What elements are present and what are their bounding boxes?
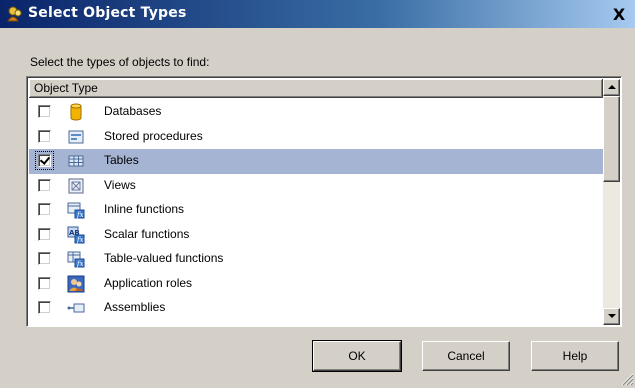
- object-type-checkbox[interactable]: [38, 252, 51, 265]
- object-type-checkbox[interactable]: [38, 276, 51, 290]
- scalar-function-icon: AB fx: [67, 226, 85, 244]
- list-item[interactable]: AB fx Scalar functions: [29, 223, 603, 248]
- window-title: Select Object Types: [28, 5, 187, 21]
- list-item[interactable]: Application roles: [29, 272, 603, 297]
- application-role-icon: [67, 275, 85, 292]
- object-type-checkbox[interactable]: [38, 105, 51, 118]
- svg-text:fx: fx: [76, 260, 84, 268]
- svg-text:fx: fx: [76, 236, 84, 244]
- list-item[interactable]: Stored procedures: [29, 125, 603, 150]
- object-type-checkbox[interactable]: [38, 129, 51, 143]
- object-type-checkbox[interactable]: [38, 325, 51, 326]
- table-icon: [68, 155, 84, 167]
- list-item-label: Databases: [104, 104, 162, 118]
- list-item-label: Table-valued functions: [104, 251, 224, 265]
- title-bar[interactable]: Select Object Types X: [0, 0, 635, 28]
- list-item-label: Scalar functions: [104, 226, 190, 241]
- asymmetric-key-icon: [67, 324, 85, 328]
- inline-function-icon: fx: [67, 202, 85, 219]
- table-valued-function-icon: fx: [67, 251, 85, 268]
- ok-button[interactable]: OK: [312, 340, 402, 372]
- resize-grip-icon[interactable]: [620, 372, 634, 386]
- object-type-list[interactable]: Object Type Databases Stored procedures …: [26, 76, 622, 327]
- select-object-types-dialog: Select Object Types X Select the types o…: [0, 0, 635, 388]
- stored-procedure-icon: [68, 130, 84, 143]
- arrow-up-icon: [608, 85, 616, 89]
- list-item[interactable]: Views: [29, 174, 603, 199]
- list-item[interactable]: [29, 321, 603, 328]
- search-users-icon: [7, 6, 22, 22]
- list-item-label: Tables: [104, 153, 139, 167]
- object-types-prompt: Select the types of objects to find:: [30, 55, 210, 69]
- object-type-checkbox[interactable]: [38, 227, 51, 241]
- list-item[interactable]: Assemblies: [29, 296, 603, 321]
- list-item[interactable]: fx Inline functions: [29, 198, 603, 223]
- scroll-down-button[interactable]: [603, 308, 620, 325]
- view-icon: [68, 178, 84, 193]
- list-item-label: Views: [104, 177, 136, 192]
- assembly-icon: [67, 303, 85, 313]
- column-header-object-type[interactable]: Object Type: [29, 79, 603, 98]
- cancel-button[interactable]: Cancel: [422, 341, 510, 371]
- list-item-selected[interactable]: Tables: [29, 149, 603, 174]
- list-item-label: Stored procedures: [104, 128, 203, 143]
- database-icon: [70, 103, 82, 121]
- list-item-label: Inline functions: [104, 202, 185, 216]
- close-button[interactable]: X: [610, 7, 628, 24]
- vertical-scrollbar[interactable]: [603, 79, 620, 325]
- object-type-checkbox[interactable]: [38, 203, 51, 216]
- object-type-checkbox[interactable]: [38, 178, 51, 192]
- object-type-checkbox-checked[interactable]: [35, 151, 54, 170]
- list-item[interactable]: fx Table-valued functions: [29, 247, 603, 272]
- object-type-rows: Databases Stored procedures Tables Views…: [29, 100, 603, 328]
- object-type-checkbox[interactable]: [38, 301, 51, 314]
- list-item-label: Application roles: [104, 275, 193, 290]
- scrollbar-thumb[interactable]: [603, 96, 620, 182]
- arrow-down-icon: [608, 314, 616, 318]
- scroll-up-button[interactable]: [603, 79, 620, 96]
- svg-text:fx: fx: [76, 211, 84, 219]
- list-item[interactable]: Databases: [29, 100, 603, 125]
- list-item-label: Assemblies: [104, 300, 166, 314]
- help-button[interactable]: Help: [531, 341, 619, 371]
